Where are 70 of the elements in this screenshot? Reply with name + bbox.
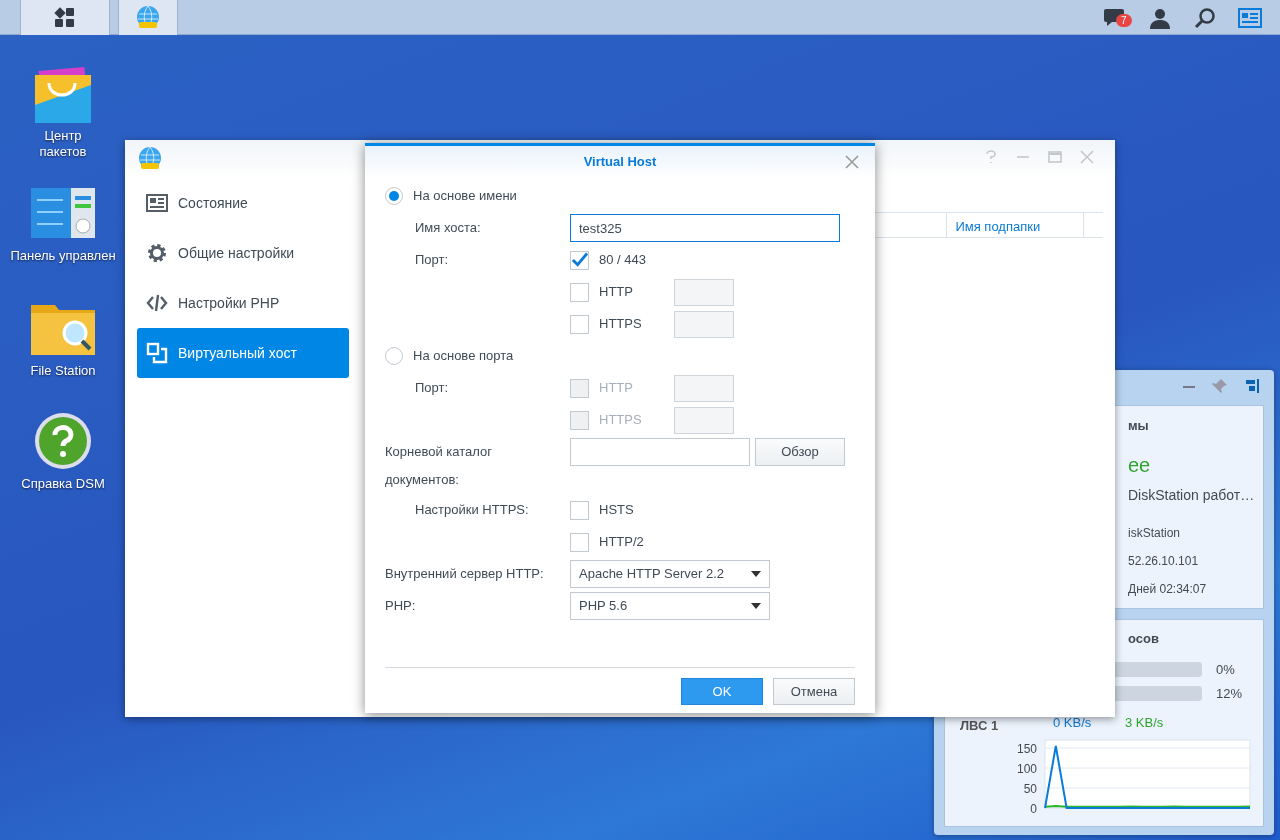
checkmark-icon	[571, 252, 588, 268]
globe-icon	[135, 4, 161, 31]
document-root-field[interactable]	[570, 438, 750, 466]
checkbox[interactable]: HSTS	[570, 500, 634, 520]
field-label: Порт:	[414, 251, 450, 270]
card-title: мы	[1128, 417, 1149, 435]
desktop-icon-label[interactable]: Справка DSM	[21, 474, 105, 494]
port-field[interactable]	[674, 310, 734, 338]
main-menu-button[interactable]	[20, 0, 110, 35]
network-selector: ЛВС 1	[960, 717, 999, 735]
close-icon[interactable]	[845, 152, 859, 170]
grid-icon	[54, 6, 76, 29]
radio-option[interactable]: На основе имени	[385, 186, 517, 206]
y-tick-label: 50	[1023, 782, 1037, 796]
field-label: Внутренний сервер HTTP:	[385, 565, 545, 584]
usage-percent: 0%	[1216, 662, 1235, 677]
code-icon	[146, 293, 168, 313]
field-label: Корневой каталог документов:	[385, 443, 493, 489]
pin-icon[interactable]	[1212, 378, 1228, 394]
y-tick-label: 100	[1016, 762, 1037, 776]
browse-button[interactable]: Обзор	[755, 438, 845, 466]
field-label: Настройки HTTPS:	[414, 501, 530, 520]
download-speed: 3 KB/s	[1125, 714, 1164, 732]
window-stack-icon	[146, 342, 168, 364]
usage-percent: 12%	[1216, 686, 1243, 701]
widget-card-icon[interactable]	[1237, 7, 1262, 28]
ip-address: 52.26.10.101	[1128, 553, 1199, 570]
sidebar-item[interactable]: Общие настройки	[137, 228, 349, 278]
maximize-icon[interactable]	[1048, 150, 1062, 164]
field-label: PHP:	[385, 597, 417, 616]
y-tick-label: 150	[1016, 742, 1037, 756]
y-tick-label: 0	[1030, 802, 1037, 816]
desktop-icon-label[interactable]: Центр пакетов	[28, 128, 98, 160]
sidebar-item[interactable]: Настройки PHP	[137, 278, 349, 328]
status-message: DiskStation работ…	[1128, 486, 1255, 505]
checkbox[interactable]: HTTP/2	[570, 532, 644, 552]
php-version-dropdown[interactable]: PHP 5.6	[570, 592, 770, 620]
server-name: iskStation	[1128, 525, 1181, 542]
gear-icon	[146, 242, 168, 264]
checkbox[interactable]: 80 / 443	[570, 250, 646, 270]
sidebar-toggle-icon[interactable]	[1244, 378, 1260, 394]
upload-speed: 0 KB/s	[1053, 714, 1092, 732]
backend-server-dropdown[interactable]: Apache HTTP Server 2.2	[570, 560, 770, 588]
card-title: осов	[1128, 630, 1159, 648]
sidebar-item[interactable]: Виртуальный хост	[137, 328, 349, 378]
close-icon[interactable]	[1080, 150, 1094, 164]
globe-icon	[137, 146, 163, 172]
user-icon[interactable]	[1148, 6, 1171, 29]
cancel-button[interactable]: Отмена	[773, 678, 855, 705]
help-icon[interactable]	[985, 150, 997, 164]
desktop-icon-label[interactable]: Панель управлен	[10, 246, 116, 266]
notification-badge: 7	[1116, 14, 1132, 27]
hostname-field[interactable]: test325	[570, 214, 840, 242]
id-card-icon	[146, 193, 168, 213]
sidebar-item[interactable]: Состояние	[137, 178, 349, 228]
dialog-title: Virtual Host	[583, 153, 657, 172]
search-icon[interactable]	[1193, 6, 1216, 29]
checkbox[interactable]: HTTP	[570, 282, 664, 302]
field-label: Имя хоста:	[414, 219, 482, 238]
checkbox[interactable]: HTTPS	[570, 314, 664, 334]
desktop-icon-label[interactable]: File Station	[30, 361, 96, 381]
port-field[interactable]	[674, 278, 734, 306]
field-label: Порт:	[414, 379, 450, 398]
caret-icon	[751, 571, 761, 577]
uptime: Дней 02:34:07	[1128, 581, 1207, 598]
caret-icon	[751, 603, 761, 609]
radio-option[interactable]: На основе порта	[385, 346, 514, 366]
health-status: ee	[1128, 453, 1151, 478]
column-header[interactable]: Имя подпапки	[946, 213, 1084, 237]
web-app-button[interactable]	[118, 0, 178, 35]
